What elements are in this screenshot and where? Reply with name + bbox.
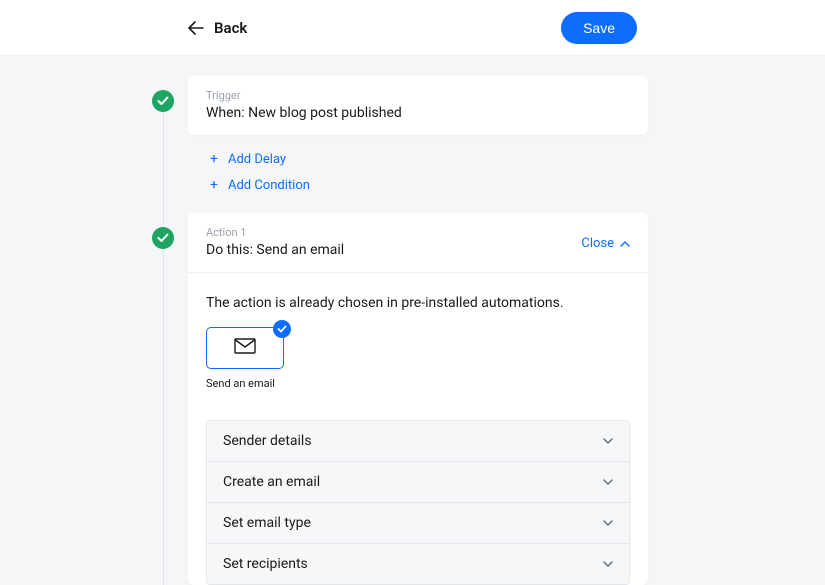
add-actions-group: + Add Delay + Add Condition (188, 151, 648, 213)
chevron-down-icon (603, 520, 613, 526)
action-body-note: The action is already chosen in pre-inst… (206, 295, 630, 311)
close-toggle[interactable]: Close (581, 236, 630, 251)
tile-label: Send an email (206, 377, 284, 390)
envelope-icon (234, 338, 256, 358)
accordion-row-recipients[interactable]: Set recipients (207, 544, 629, 584)
arrow-left-icon (188, 21, 204, 35)
back-label: Back (214, 19, 247, 37)
plus-icon: + (208, 177, 220, 193)
trigger-badge-label: Trigger (206, 89, 630, 102)
add-condition-button[interactable]: + Add Condition (208, 177, 648, 193)
chevron-down-icon (603, 438, 613, 444)
accordion-label: Set email type (223, 515, 311, 531)
action-accordion: Sender details Create an email Set email… (206, 420, 630, 585)
chevron-down-icon (603, 561, 613, 567)
close-label: Close (581, 236, 614, 251)
check-badge (152, 227, 174, 249)
action-title: Do this: Send an email (206, 242, 344, 258)
trigger-title: When: New blog post published (206, 105, 630, 121)
accordion-row-create[interactable]: Create an email (207, 462, 629, 503)
top-bar: Back Save (0, 0, 825, 56)
content-area: Trigger When: New blog post published + … (0, 56, 825, 585)
accordion-row-sender[interactable]: Sender details (207, 421, 629, 462)
back-button[interactable]: Back (188, 19, 247, 37)
action-type-tile[interactable]: Send an email (206, 327, 284, 390)
accordion-label: Sender details (223, 433, 312, 449)
chevron-down-icon (603, 479, 613, 485)
trigger-card[interactable]: Trigger When: New blog post published (188, 76, 648, 135)
action-badge-label: Action 1 (206, 226, 344, 239)
chevron-up-icon (620, 241, 630, 247)
save-button[interactable]: Save (561, 12, 637, 44)
action-card: Action 1 Do this: Send an email Close Th… (188, 213, 648, 585)
tile-box (206, 327, 284, 369)
accordion-row-type[interactable]: Set email type (207, 503, 629, 544)
add-delay-button[interactable]: + Add Delay (208, 151, 648, 167)
action-body: The action is already chosen in pre-inst… (188, 273, 648, 585)
check-badge (152, 90, 174, 112)
workflow-column: Trigger When: New blog post published + … (188, 76, 648, 585)
plus-icon: + (208, 151, 220, 167)
add-delay-label: Add Delay (228, 152, 286, 167)
accordion-label: Set recipients (223, 556, 308, 572)
action-card-header: Action 1 Do this: Send an email Close (188, 213, 648, 273)
check-icon (273, 320, 291, 338)
add-condition-label: Add Condition (228, 178, 310, 193)
timeline-line (163, 104, 164, 585)
accordion-label: Create an email (223, 474, 320, 490)
